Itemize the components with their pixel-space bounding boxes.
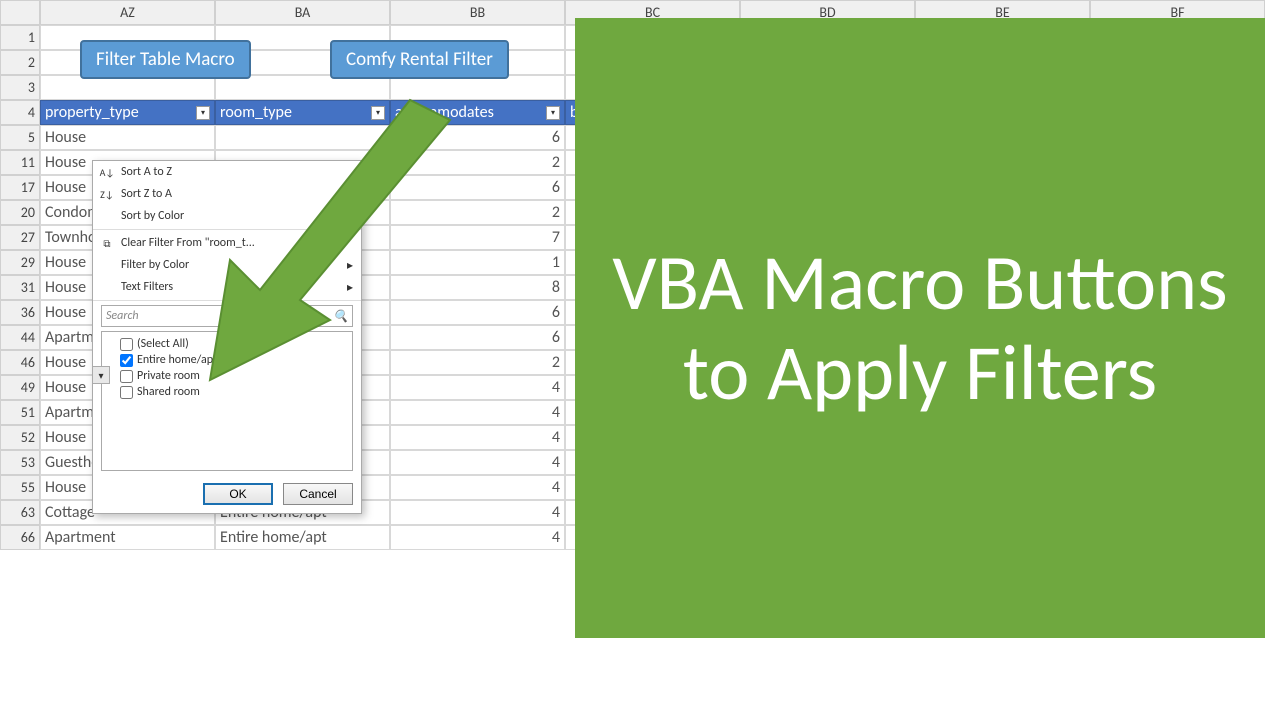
sort-by-color-item[interactable]: Sort by Color▸ xyxy=(93,205,361,227)
sort-za-item[interactable]: Z↓Sort Z to A xyxy=(93,183,361,205)
checkbox[interactable] xyxy=(120,338,133,351)
clear-filter-icon: ⧉ xyxy=(99,237,115,250)
filter-search-input[interactable]: Search🔍 xyxy=(101,305,353,327)
checkbox[interactable] xyxy=(120,354,133,367)
title-overlay: VBA Macro Buttons to Apply Filters xyxy=(575,18,1265,638)
filter-dropdown-icon[interactable]: ▾ xyxy=(371,106,385,120)
sort-az-item[interactable]: A↓Sort A to Z xyxy=(93,161,361,183)
text-filters-item[interactable]: Text Filters▸ xyxy=(93,276,361,298)
clear-filter-item[interactable]: ⧉Clear Filter From "room_t... xyxy=(93,232,361,254)
checkbox[interactable] xyxy=(120,370,133,383)
checklist-item-shared-room[interactable]: Shared room xyxy=(106,384,348,400)
separator xyxy=(93,229,361,230)
checklist-item-select-all[interactable]: (Select All) xyxy=(106,336,348,352)
filter-by-color-item[interactable]: Filter by Color▸ xyxy=(93,254,361,276)
resize-handle-icon[interactable]: ▾ xyxy=(92,366,110,384)
checklist-item-entire-home[interactable]: Entire home/apt xyxy=(106,352,348,368)
col-header[interactable]: BB xyxy=(390,0,565,25)
checkbox[interactable] xyxy=(120,386,133,399)
col-header[interactable]: BA xyxy=(215,0,390,25)
autofilter-menu: A↓Sort A to Z Z↓Sort Z to A Sort by Colo… xyxy=(92,160,362,514)
row-header[interactable]: 5 xyxy=(0,125,40,150)
separator xyxy=(93,300,361,301)
table-header-room-type[interactable]: room_type ▾ xyxy=(215,100,390,125)
row-header[interactable]: 1 xyxy=(0,25,40,50)
row-header[interactable]: 4 xyxy=(0,100,40,125)
select-all-corner[interactable] xyxy=(0,0,40,25)
sort-az-icon: A↓ xyxy=(99,166,115,179)
comfy-rental-filter-button[interactable]: Comfy Rental Filter xyxy=(330,40,509,79)
cancel-button[interactable]: Cancel xyxy=(283,483,353,505)
checklist-item-private-room[interactable]: Private room xyxy=(106,368,348,384)
search-icon: 🔍 xyxy=(333,309,348,324)
ok-button[interactable]: OK xyxy=(203,483,273,505)
row-header[interactable]: 2 xyxy=(0,50,40,75)
row-header[interactable]: 3 xyxy=(0,75,40,100)
table-header-property-type[interactable]: property_type ▾ xyxy=(40,100,215,125)
chevron-right-icon: ▸ xyxy=(347,258,353,273)
chevron-right-icon: ▸ xyxy=(347,209,353,224)
header-label: room_type xyxy=(220,103,292,122)
filter-dropdown-icon[interactable]: ▾ xyxy=(546,106,560,120)
table-header-accommodates[interactable]: accommodates ▾ xyxy=(390,100,565,125)
header-label: accommodates xyxy=(395,103,494,122)
col-header[interactable]: AZ xyxy=(40,0,215,25)
sort-za-icon: Z↓ xyxy=(99,188,115,201)
filter-table-macro-button[interactable]: Filter Table Macro xyxy=(80,40,251,79)
filter-dropdown-icon[interactable]: ▾ xyxy=(196,106,210,120)
header-label: property_type xyxy=(45,103,139,122)
filter-checklist: (Select All) Entire home/apt Private roo… xyxy=(101,331,353,471)
chevron-right-icon: ▸ xyxy=(347,280,353,295)
cell-property-type[interactable]: House xyxy=(40,125,215,150)
